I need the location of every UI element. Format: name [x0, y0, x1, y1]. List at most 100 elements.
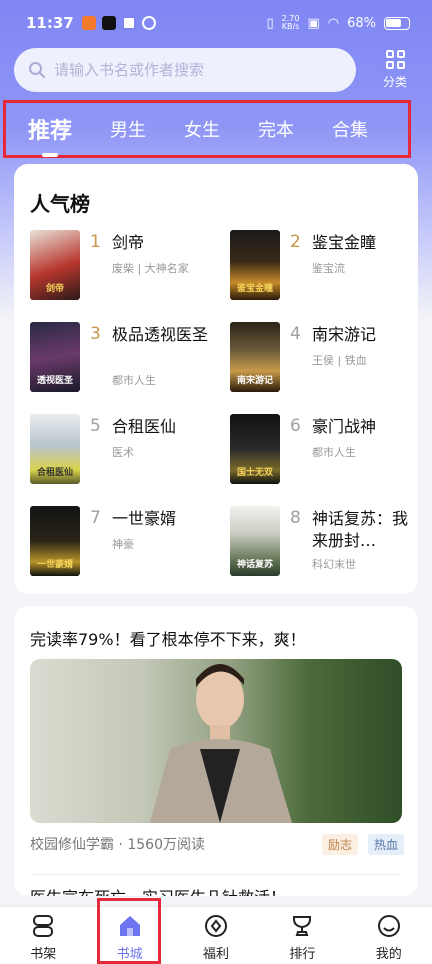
rank-number: 6 [290, 416, 301, 436]
tab-collection[interactable]: 合集 [332, 116, 368, 142]
feed-card[interactable]: 完读率79%！看了根本停不下来，爽！ 校园修仙学霸 · 1560万阅读 励志 热… [14, 606, 418, 896]
book-tags: 医术 [112, 446, 134, 459]
book-cover: 一世豪婿 [30, 506, 80, 576]
book-item[interactable]: 鉴宝金瞳 2 鉴宝金瞳 鉴宝流 [230, 230, 420, 310]
nav-me[interactable]: 我的 [346, 907, 432, 964]
nav-label: 排行 [289, 947, 316, 962]
cover-text: 合租医仙 [36, 468, 73, 478]
cover-text: 透视医圣 [36, 376, 73, 386]
book-tags: 科幻末世 [312, 558, 356, 571]
book-tags: 神豪 [112, 538, 134, 551]
book-name: 合租医仙 [112, 417, 177, 436]
book-name: 一世豪婿 [112, 509, 177, 528]
book-cover: 透视医圣 [30, 322, 80, 392]
nav-ranking[interactable]: 排行 [259, 907, 345, 964]
book-item[interactable]: 一世豪婿 7 一世豪婿 神豪 [30, 506, 220, 586]
app-notification-icon [141, 16, 156, 30]
net-speed-unit: KB/s [281, 22, 300, 31]
battery-icon [384, 16, 410, 30]
vibrate-icon: ▯ [266, 15, 274, 31]
search-icon [29, 62, 45, 78]
tab-male[interactable]: 男生 [110, 116, 146, 142]
ranking-title: 人气榜 [30, 192, 90, 216]
app-notification-icon [121, 16, 136, 30]
ranking-card: 人气榜 剑帝 1 剑帝 废柴 | 大神名家 鉴宝金瞳 2 鉴宝金瞳 鉴宝流 透视… [14, 164, 418, 594]
tab-female[interactable]: 女生 [184, 116, 220, 142]
channel-tabs: 推荐 男生 女生 完本 合集 [3, 100, 411, 158]
book-tags: 都市人生 [112, 374, 156, 387]
nav-highlight-box [97, 898, 161, 964]
tag-chip: 励志 [322, 834, 359, 855]
feed-meta: 校园修仙学霸 · 1560万阅读 [30, 837, 205, 853]
category-label: 分类 [382, 75, 407, 89]
nav-label: 我的 [375, 947, 402, 962]
book-item[interactable]: 透视医圣 3 极品透视医圣 都市人生 [30, 322, 220, 402]
book-name: 剑帝 [112, 233, 145, 252]
book-item[interactable]: 国士无双 6 豪门战神 都市人生 [230, 414, 420, 494]
nav-bookshelf[interactable]: 书架 [0, 907, 86, 964]
trophy-icon [293, 916, 312, 936]
book-item[interactable]: 南宋游记 4 南宋游记 王侯 | 铁血 [230, 322, 420, 402]
book-cover: 剑帝 [30, 230, 80, 300]
tag-chip: 热血 [368, 834, 405, 855]
book-cover: 南宋游记 [230, 322, 280, 392]
tab-completed[interactable]: 完本 [258, 116, 294, 142]
wifi-icon: ◠ [327, 15, 340, 31]
tiktok-icon [101, 16, 116, 30]
cover-text: 南宋游记 [236, 376, 273, 386]
search-bar[interactable] [14, 48, 356, 92]
nav-label: 书架 [30, 947, 57, 962]
book-name: 南宋游记 [312, 325, 377, 344]
book-cover: 神话复苏 [230, 506, 280, 576]
rank-number: 3 [90, 324, 101, 344]
cover-text: 一世豪婿 [36, 560, 73, 570]
net-speed: 2.70 KB/s [282, 15, 300, 31]
feed-image[interactable] [30, 659, 402, 823]
rank-number: 2 [290, 232, 301, 252]
nav-label: 福利 [202, 947, 229, 962]
cover-text: 剑帝 [45, 284, 64, 294]
search-input[interactable] [54, 61, 334, 79]
divider [30, 874, 402, 875]
rank-number: 8 [290, 508, 301, 528]
category-button[interactable]: 分类 [372, 48, 418, 96]
feed-reads: 1560万阅读 [127, 837, 205, 853]
bottom-nav: 书架 书城 福利 排行 我的 [0, 906, 432, 964]
book-tags: 都市人生 [312, 446, 356, 459]
app-notification-icon [81, 16, 96, 30]
rank-number: 7 [90, 508, 101, 528]
status-bar: 11:37 ▯ 2.70 KB/s ▣ ◠ 68% [0, 0, 432, 46]
tab-recommend[interactable]: 推荐 [28, 113, 72, 157]
bookshelf-icon [33, 915, 54, 937]
book-cover: 鉴宝金瞳 [230, 230, 280, 300]
status-time: 11:37 [26, 14, 74, 32]
battery-percent: 68% [347, 15, 376, 31]
coin-icon [204, 915, 227, 937]
cover-text: 国士无双 [236, 468, 273, 478]
nav-welfare[interactable]: 福利 [173, 907, 259, 964]
book-item[interactable]: 神话复苏 8 神话复苏：我来册封… 科幻末世 [230, 506, 420, 586]
smile-icon [377, 915, 400, 937]
cover-text: 鉴宝金瞳 [236, 284, 273, 294]
rank-number: 4 [290, 324, 301, 344]
book-tags: 王侯 | 铁血 [312, 354, 367, 367]
cover-text: 神话复苏 [236, 560, 273, 570]
book-tags: 废柴 | 大神名家 [112, 262, 189, 275]
rank-number: 1 [90, 232, 101, 252]
person-illustration [150, 664, 292, 823]
book-name: 豪门战神 [312, 417, 377, 436]
book-name: 神话复苏：我来册封… [312, 509, 409, 550]
book-item[interactable]: 剑帝 1 剑帝 废柴 | 大神名家 [30, 230, 220, 310]
book-cover: 合租医仙 [30, 414, 80, 484]
feed-book-name: 校园修仙学霸 [30, 837, 114, 853]
next-feed-title[interactable]: 医生宣布死亡，实习医生几针救活！ [30, 884, 402, 896]
rank-number: 5 [90, 416, 101, 436]
book-name: 极品透视医圣 [112, 325, 209, 344]
feed-title: 完读率79%！看了根本停不下来，爽！ [30, 630, 306, 649]
book-item[interactable]: 合租医仙 5 合租医仙 医术 [30, 414, 220, 494]
nfc-icon: ▣ [307, 15, 320, 31]
book-name: 鉴宝金瞳 [312, 233, 377, 252]
grid-icon [385, 50, 405, 69]
book-cover: 国士无双 [230, 414, 280, 484]
book-tags: 鉴宝流 [312, 262, 345, 275]
